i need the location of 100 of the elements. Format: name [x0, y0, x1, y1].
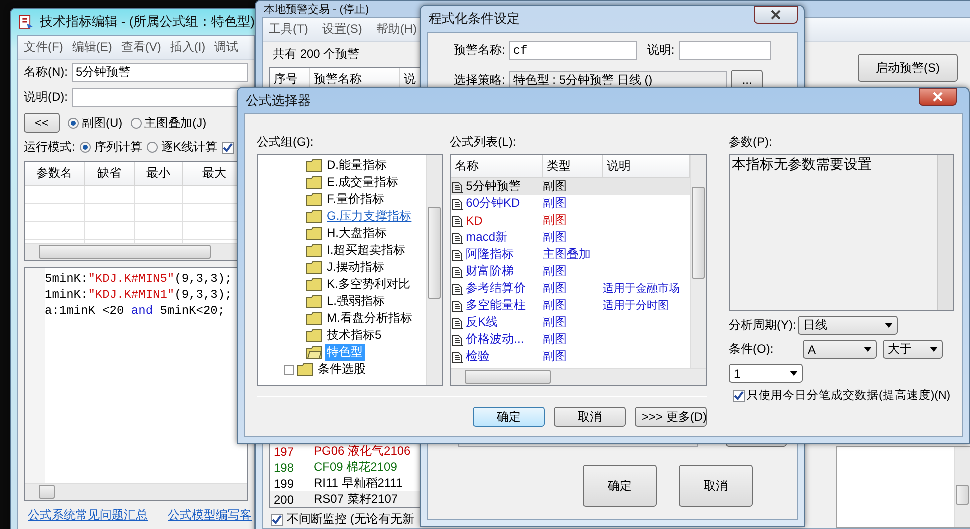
dialog-button[interactable]: 取消: [554, 407, 626, 427]
checkbox[interactable]: [733, 390, 745, 402]
formula-icon: [451, 231, 464, 244]
dialog-button[interactable]: 确定: [583, 465, 657, 507]
menu-item[interactable]: 查看(V): [121, 39, 162, 56]
row-number: 198: [273, 460, 296, 474]
formula-name: 多空能量柱: [451, 297, 544, 314]
field-label: 说明:: [647, 42, 675, 59]
code-editor[interactable]: 5minK:"KDJ.K#MIN5"(9,3,3); 1minK:"KDJ.K#MIN1"(9,3,3); a:1minK <20 and 5minK<20;: [24, 267, 248, 501]
formula-name: 阿隆指标: [451, 246, 544, 263]
menu-item[interactable]: 工具(T): [269, 21, 308, 38]
scrollbar[interactable]: [25, 483, 247, 500]
field-label: 名称(N):: [24, 64, 68, 81]
field-label: 分析周期(Y):: [729, 317, 796, 334]
code-line: 5minK:"KDJ.K#MIN5"(9,3,3);: [45, 271, 232, 287]
formula-type: 副图: [543, 314, 568, 331]
start-alert-button[interactable]: 启动预警(S): [858, 54, 958, 82]
close-icon: [933, 92, 943, 102]
tree-item[interactable]: G.压力支撑指标: [325, 208, 414, 225]
formula-row[interactable]: 阿隆指标 主图叠加: [451, 246, 690, 263]
formula-type: 副图: [543, 212, 568, 229]
formula-row[interactable]: 60分钟KD 副图: [451, 195, 690, 212]
condition-dropdown[interactable]: A: [803, 340, 877, 359]
help-link[interactable]: 公式系统常见问题汇总: [28, 507, 148, 524]
menu-item[interactable]: 调试: [214, 39, 239, 56]
tree-item[interactable]: 条件选股: [316, 361, 368, 378]
alert-name-field[interactable]: cf: [509, 41, 638, 60]
help-link[interactable]: 公式模型编写客: [168, 507, 252, 524]
menu-item[interactable]: 帮助(H): [376, 21, 417, 38]
menu-item[interactable]: 文件(F): [24, 39, 64, 56]
dialog-button[interactable]: 确定: [473, 407, 545, 427]
formula-name: 反K线: [451, 314, 544, 331]
close-button[interactable]: [919, 88, 957, 106]
folder-icon: [306, 210, 322, 223]
radio-button[interactable]: 副图(U): [68, 114, 123, 132]
column-header[interactable]: 类型: [543, 155, 604, 178]
formula-row[interactable]: 5分钟预警 副图: [451, 178, 690, 195]
window-title: 公式选择器: [246, 92, 311, 110]
formula-row[interactable]: 参考结算价 副图 适用于金融市场: [451, 280, 690, 297]
collapse-button[interactable]: <<: [24, 113, 60, 133]
menu-item[interactable]: 编辑(E): [72, 39, 112, 56]
tree-item[interactable]: L.强弱指标: [325, 293, 388, 310]
formula-row[interactable]: KD 副图: [451, 212, 690, 229]
formula-row[interactable]: 检验 副图: [451, 348, 690, 365]
formula-row[interactable]: 反K线 副图: [451, 314, 690, 331]
scrollbar[interactable]: [937, 155, 953, 310]
close-button[interactable]: [754, 6, 798, 24]
alert-name: CF09 棉花2109: [313, 459, 398, 476]
scrollbar[interactable]: [690, 155, 706, 368]
menu-item[interactable]: 插入(I): [170, 39, 206, 56]
checkbox[interactable]: [271, 514, 283, 526]
alert-name: PG06 液化气2106: [313, 443, 412, 460]
radio-button[interactable]: 序列计算: [80, 139, 142, 156]
column-header[interactable]: 名称: [451, 155, 544, 178]
tree-item[interactable]: F.量价指标: [325, 191, 386, 208]
dialog-button[interactable]: >>> 更多(D): [635, 407, 707, 427]
parameter-text: 本指标无参数需要设置: [731, 155, 873, 174]
scrollbar[interactable]: [426, 155, 442, 385]
formula-icon: [451, 316, 464, 329]
column-header[interactable]: 参数名: [25, 162, 85, 186]
expand-box[interactable]: [284, 364, 294, 374]
tree-item[interactable]: D.能量指标: [325, 157, 389, 174]
name-field[interactable]: 5分钟预警: [72, 63, 248, 82]
formula-type: 副图: [543, 297, 568, 314]
formula-row[interactable]: 价格波动... 副图: [451, 331, 690, 348]
formula-row[interactable]: macd新 副图: [451, 229, 690, 246]
folder-icon: [306, 329, 322, 342]
folder-icon: [306, 193, 322, 206]
radio-button[interactable]: 主图叠加(J): [130, 114, 207, 132]
column-header[interactable]: 缺省: [85, 162, 135, 186]
scrollbar[interactable]: [451, 368, 706, 385]
folder-icon: [306, 159, 322, 172]
formula-row[interactable]: 财富阶梯 副图: [451, 263, 690, 280]
field-label: 说明(D):: [24, 89, 68, 106]
section-label: 公式组(G):: [257, 135, 314, 149]
formula-row[interactable]: 多空能量柱 副图 适用于分时图: [451, 297, 690, 314]
operator-dropdown[interactable]: 大于: [883, 340, 943, 359]
scrollbar[interactable]: [954, 447, 970, 527]
menu-item[interactable]: 设置(S): [322, 21, 362, 38]
tree-item[interactable]: 技术指标5: [325, 327, 384, 344]
row-number: 197: [273, 444, 296, 458]
dialog-button[interactable]: 取消: [679, 465, 753, 507]
tree-item[interactable]: M.看盘分析指标: [325, 310, 414, 327]
column-header[interactable]: 说明: [603, 155, 690, 178]
radio-button[interactable]: 逐K线计算: [147, 139, 218, 156]
checkbox[interactable]: [222, 142, 234, 154]
tree-item[interactable]: E.成交量指标: [325, 174, 400, 191]
tree-item[interactable]: K.多空势利对比: [325, 276, 412, 293]
formula-name: 60分钟KD: [451, 195, 544, 212]
tree-item[interactable]: H.大盘指标: [325, 225, 389, 242]
caret-icon: [930, 347, 938, 352]
column-header[interactable]: 最小: [135, 162, 183, 186]
formula-name: 5分钟预警: [451, 178, 544, 195]
formula-icon: [451, 265, 464, 278]
threshold-combo[interactable]: 1: [729, 364, 803, 383]
tree-item[interactable]: J.摆动指标: [325, 259, 386, 276]
tree-item[interactable]: I.超买超卖指标: [325, 242, 408, 259]
formula-icon: [451, 333, 464, 346]
description-field[interactable]: [678, 41, 771, 60]
period-dropdown[interactable]: 日线: [798, 316, 898, 335]
